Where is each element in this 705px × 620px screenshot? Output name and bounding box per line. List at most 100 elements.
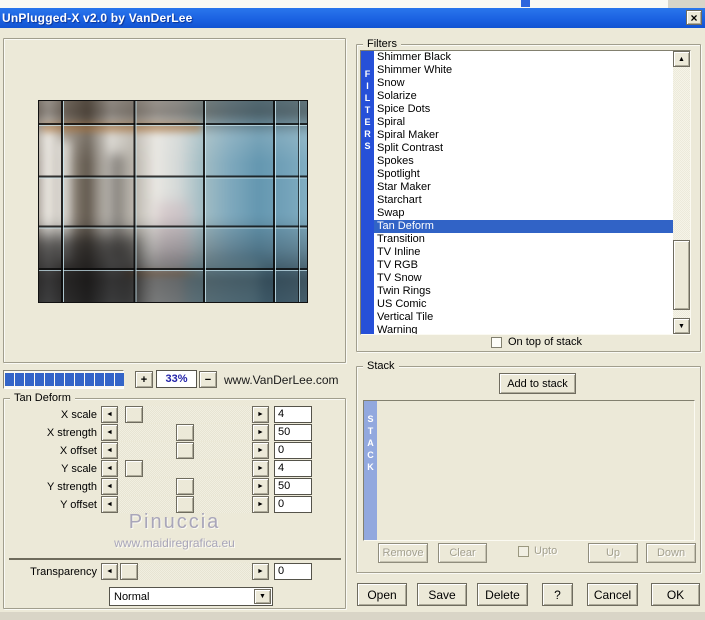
filter-list-item[interactable]: Split Contrast [374, 142, 673, 155]
slider-value-field[interactable]: 50 [274, 424, 312, 441]
zoom-out-button[interactable]: − [199, 371, 217, 388]
filter-list-item[interactable]: Star Maker [374, 181, 673, 194]
slider-left-arrow-button[interactable]: ◄ [101, 478, 118, 495]
zoom-in-button[interactable]: + [135, 371, 153, 388]
progress-segment [55, 373, 64, 386]
slider-thumb[interactable] [124, 406, 143, 423]
filter-list-item[interactable]: Swap [374, 207, 673, 220]
scrollbar-thumb[interactable] [673, 240, 690, 310]
slider-track[interactable] [118, 496, 252, 513]
slider-track[interactable] [118, 442, 252, 459]
progress-segment [65, 373, 74, 386]
filter-list-item[interactable]: Vertical Tile [374, 311, 673, 324]
slider-track[interactable] [118, 424, 252, 441]
filters-scrollbar[interactable]: ▲ ▼ [673, 51, 690, 334]
slider-right-arrow-button[interactable]: ► [252, 406, 269, 423]
slider[interactable]: ◄ ► [101, 496, 269, 513]
filter-list-item[interactable]: Starchart [374, 194, 673, 207]
slider[interactable]: ◄ ► [101, 442, 269, 459]
slider-thumb[interactable] [124, 460, 143, 477]
slider-right-arrow-button[interactable]: ► [252, 478, 269, 495]
strip-letter: T [367, 426, 374, 436]
slider-thumb[interactable] [176, 442, 194, 459]
slider-left-arrow-button[interactable]: ◄ [101, 460, 118, 477]
ok-button[interactable]: OK [651, 583, 700, 606]
strip-letter: F [364, 69, 371, 79]
filter-list-item[interactable]: Twin Rings [374, 285, 673, 298]
slider-track[interactable] [118, 478, 252, 495]
remove-button[interactable]: Remove [378, 543, 428, 563]
filter-list-item[interactable]: Spiral Maker [374, 129, 673, 142]
dropdown-arrow-icon[interactable]: ▼ [254, 589, 271, 604]
filter-list-item[interactable]: Transition [374, 233, 673, 246]
slider-thumb[interactable] [176, 424, 194, 441]
slider-value-field[interactable]: 0 [274, 442, 312, 459]
filter-params-group: Tan Deform X scale ◄ ► 4 X strength ◄ ► 50 X off… [3, 392, 346, 609]
delete-button[interactable]: Delete [477, 583, 528, 606]
on-top-checkbox[interactable] [491, 336, 502, 348]
slider-right-arrow-button[interactable]: ► [252, 460, 269, 477]
slider-value-field[interactable]: 0 [274, 496, 312, 513]
filter-list-item[interactable]: Spokes [374, 155, 673, 168]
filter-list-item[interactable]: Snow [374, 77, 673, 90]
clear-button[interactable]: Clear [438, 543, 487, 563]
slider-left-arrow-button[interactable]: ◄ [101, 442, 118, 459]
slider-value-field[interactable]: 50 [274, 478, 312, 495]
zoom-level: 33% [156, 370, 197, 388]
slider-right-arrow-button[interactable]: ► [252, 496, 269, 513]
plugin-window: UnPlugged-X v2.0 by VanDerLee × + 33% − … [0, 0, 705, 620]
slider-left-arrow-button[interactable]: ◄ [101, 406, 118, 423]
close-button[interactable]: × [686, 10, 702, 25]
slider-value-field[interactable]: 0 [274, 563, 312, 580]
slider-track[interactable] [118, 406, 252, 423]
filter-list-item[interactable]: Spotlight [374, 168, 673, 181]
slider[interactable]: ◄ ► [101, 424, 269, 441]
cancel-button[interactable]: Cancel [587, 583, 638, 606]
slider-track[interactable] [118, 460, 252, 477]
slider[interactable]: ◄ ► [101, 478, 269, 495]
slider-label: Transparency [30, 565, 97, 578]
filter-list-item[interactable]: Spiral [374, 116, 673, 129]
slider[interactable]: ◄ ► [101, 563, 269, 580]
scroll-down-button[interactable]: ▼ [673, 318, 690, 334]
slider-right-arrow-button[interactable]: ► [252, 442, 269, 459]
titlebar[interactable]: UnPlugged-X v2.0 by VanDerLee × [0, 8, 705, 28]
help-button[interactable]: ? [542, 583, 573, 606]
filter-list-item[interactable]: TV RGB [374, 259, 673, 272]
slider-right-arrow-button[interactable]: ► [252, 563, 269, 580]
slider-right-arrow-button[interactable]: ► [252, 424, 269, 441]
slider-left-arrow-button[interactable]: ◄ [101, 496, 118, 513]
filter-list-item[interactable]: Spice Dots [374, 103, 673, 116]
filter-list-item[interactable]: Shimmer Black [374, 51, 673, 64]
slider-value-field[interactable]: 4 [274, 460, 312, 477]
scroll-up-button[interactable]: ▲ [673, 51, 690, 67]
down-button[interactable]: Down [646, 543, 696, 563]
filter-list-item[interactable]: Warning [374, 324, 673, 334]
strip-letter: E [364, 117, 371, 127]
filter-list-item[interactable]: TV Snow [374, 272, 673, 285]
slider[interactable]: ◄ ► [101, 406, 269, 423]
slider-value-field[interactable]: 4 [274, 406, 312, 423]
filters-group: Filters FILTERS Shimmer Black Shimmer Whi… [356, 38, 701, 352]
slider[interactable]: ◄ ► [101, 460, 269, 477]
slider-thumb[interactable] [176, 496, 194, 513]
slider-thumb[interactable] [176, 478, 194, 495]
up-button[interactable]: Up [588, 543, 638, 563]
filter-list-item[interactable]: TV Inline [374, 246, 673, 259]
open-button[interactable]: Open [357, 583, 407, 606]
filter-list-item[interactable]: Shimmer White [374, 64, 673, 77]
slider-row: X strength ◄ ► 50 [4, 424, 345, 441]
filter-list-item[interactable]: Tan Deform [374, 220, 673, 233]
slider-left-arrow-button[interactable]: ◄ [101, 424, 118, 441]
watermark-name: Pinuccia [128, 511, 221, 533]
filter-list-item[interactable]: Solarize [374, 90, 673, 103]
slider-left-arrow-button[interactable]: ◄ [101, 563, 118, 580]
filter-list-item[interactable]: US Comic [374, 298, 673, 311]
blend-mode-value: Normal [114, 590, 150, 603]
slider-thumb[interactable] [120, 563, 139, 580]
slider-track[interactable] [118, 563, 252, 580]
upto-checkbox[interactable] [518, 545, 529, 557]
blend-mode-select[interactable]: Normal ▼ [109, 587, 273, 606]
add-to-stack-button[interactable]: Add to stack [499, 373, 576, 394]
save-button[interactable]: Save [417, 583, 467, 606]
